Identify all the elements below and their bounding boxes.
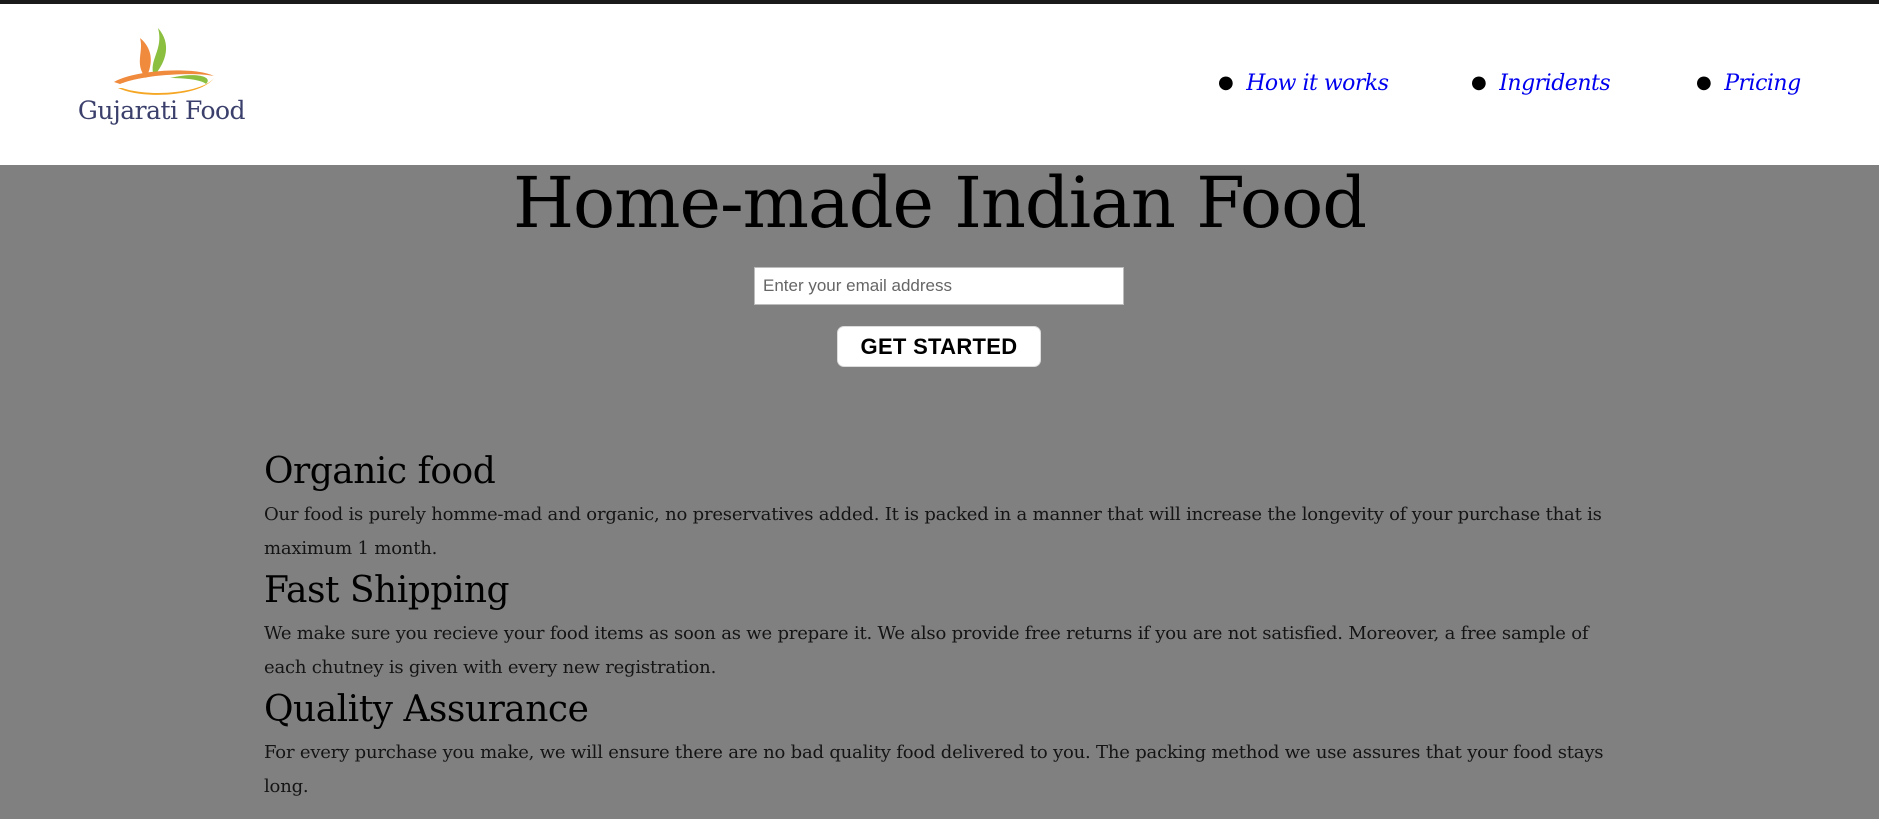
feature-title: Quality Assurance (264, 689, 589, 730)
hero-title: Home-made Indian Food (512, 162, 1367, 244)
nav-link-ingridents[interactable]: Ingridents (1499, 71, 1610, 96)
feature-text: We make sure you recieve your food items… (264, 623, 1589, 678)
get-started-button[interactable]: GET STARTED (837, 326, 1041, 367)
nav-link-pricing[interactable]: Pricing (1724, 71, 1801, 96)
logo-text: Gujarati Food (77, 96, 246, 125)
logo[interactable]: Gujarati Food (74, 16, 249, 134)
bullet-icon: ● (1696, 72, 1712, 93)
feature-title: Organic food (264, 451, 496, 492)
nav-item-how-it-works[interactable]: ● How it works (1218, 71, 1389, 96)
bullet-icon: ● (1471, 72, 1487, 93)
feature-organic-food: Organic food Our food is purely homme-ma… (264, 450, 1624, 566)
bullet-icon: ● (1218, 72, 1234, 93)
nav-item-ingridents[interactable]: ● Ingridents (1471, 71, 1611, 96)
feature-text: Our food is purely homme-mad and organic… (264, 504, 1602, 559)
steaming-bowl-icon (114, 28, 214, 95)
feature-fast-shipping: Fast Shipping We make sure you recieve y… (264, 569, 1624, 685)
nav-link-how-it-works[interactable]: How it works (1246, 71, 1389, 96)
email-input[interactable] (754, 267, 1124, 305)
site-header: Gujarati Food ● How it works ● Ingridents … (0, 4, 1879, 165)
nav-item-pricing[interactable]: ● Pricing (1696, 71, 1801, 96)
feature-text: For every purchase you make, we will ens… (264, 742, 1604, 797)
feature-title: Fast Shipping (264, 570, 510, 611)
feature-quality-assurance: Quality Assurance For every purchase you… (264, 688, 1624, 804)
